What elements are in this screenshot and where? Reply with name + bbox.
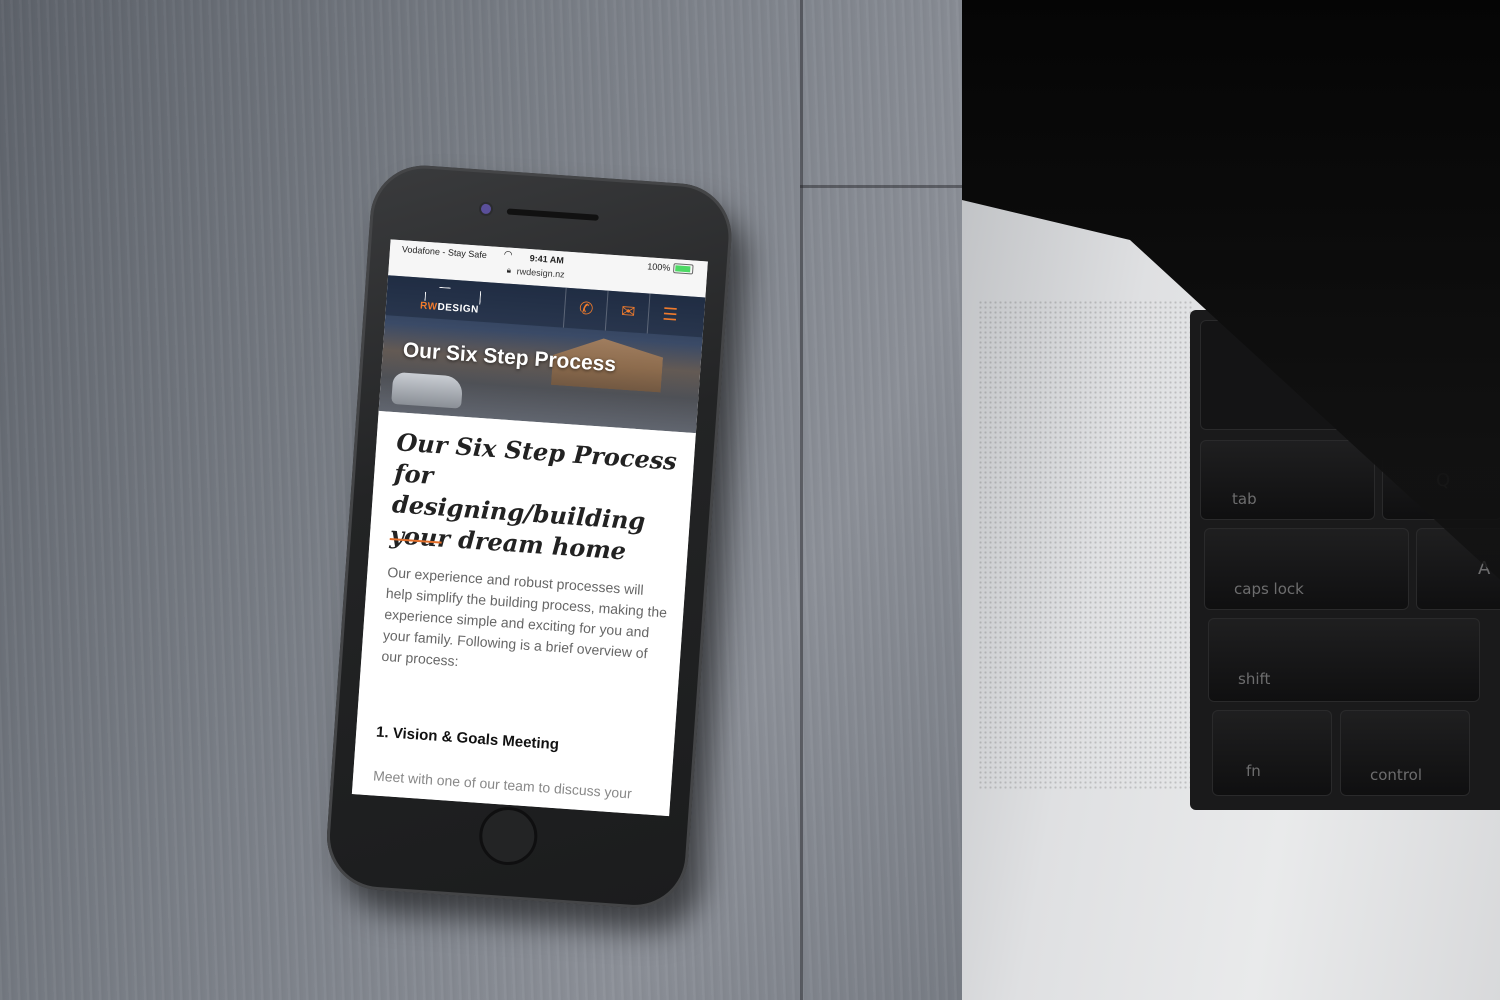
- keyboard-key-fn: fn: [1212, 710, 1332, 796]
- site-logo[interactable]: RWDESIGN: [404, 284, 482, 316]
- keyboard-key-tab: tab: [1200, 440, 1375, 520]
- phone-camera: [480, 203, 492, 215]
- hero-banner: RWDESIGN ✆ ✉ ☰ Our Six Step Process: [378, 275, 706, 434]
- key-label: shift: [1238, 670, 1271, 688]
- menu-icon: ☰: [661, 304, 679, 325]
- mail-icon: ✉: [620, 301, 636, 322]
- call-button[interactable]: ✆: [562, 287, 609, 331]
- phone-earpiece: [506, 208, 599, 221]
- phone-icon: ✆: [578, 298, 595, 319]
- carrier-label: Vodafone - Stay Safe: [401, 244, 488, 261]
- keyboard-key-control: control: [1340, 710, 1470, 796]
- menu-button[interactable]: ☰: [646, 293, 693, 337]
- hero-title: Our Six Step Process: [402, 338, 617, 377]
- logo-prefix: RW: [419, 300, 438, 313]
- step-title: 1. Vision & Goals Meeting: [375, 723, 560, 754]
- battery-percentage: 100%: [647, 261, 671, 273]
- hero-car-image: [391, 371, 464, 409]
- key-label: control: [1370, 766, 1422, 784]
- logo-suffix: DESIGN: [437, 301, 480, 316]
- phone-screen: Vodafone - Stay Safe ◠ 9:41 AM 100% 🔒︎ r…: [351, 239, 708, 817]
- phone: Vodafone - Stay Safe ◠ 9:41 AM 100% 🔒︎ r…: [322, 162, 736, 912]
- address-bar-url[interactable]: rwdesign.nz: [516, 266, 565, 279]
- intro-paragraph: Our experience and robust processes will…: [381, 563, 668, 670]
- photo-scene: tab Q caps lock A shift fn control Voda: [0, 0, 1500, 1000]
- keyboard-key-caps-lock: caps lock: [1204, 528, 1409, 610]
- battery-icon: [672, 263, 694, 275]
- floor-seam: [800, 0, 803, 1000]
- key-label: tab: [1232, 490, 1257, 508]
- status-time: 9:41 AM: [529, 253, 565, 266]
- laptop-speaker-grille: [978, 300, 1193, 790]
- page-heading: Our Six Step Process for designing/build…: [389, 427, 678, 566]
- key-label: caps lock: [1234, 580, 1304, 598]
- wifi-icon: ◠: [503, 249, 513, 261]
- phone-body: Vodafone - Stay Safe ◠ 9:41 AM 100% 🔒︎ r…: [323, 162, 736, 912]
- email-button[interactable]: ✉: [604, 290, 651, 334]
- page-content: Our Six Step Process for designing/build…: [351, 410, 696, 817]
- keyboard-key-shift: shift: [1208, 618, 1480, 702]
- lock-icon: 🔒︎: [506, 265, 512, 275]
- step-description: Meet with one of our team to discuss you…: [372, 767, 633, 802]
- home-button[interactable]: [477, 805, 540, 867]
- key-label: fn: [1246, 762, 1261, 780]
- floor-seam: [800, 185, 965, 188]
